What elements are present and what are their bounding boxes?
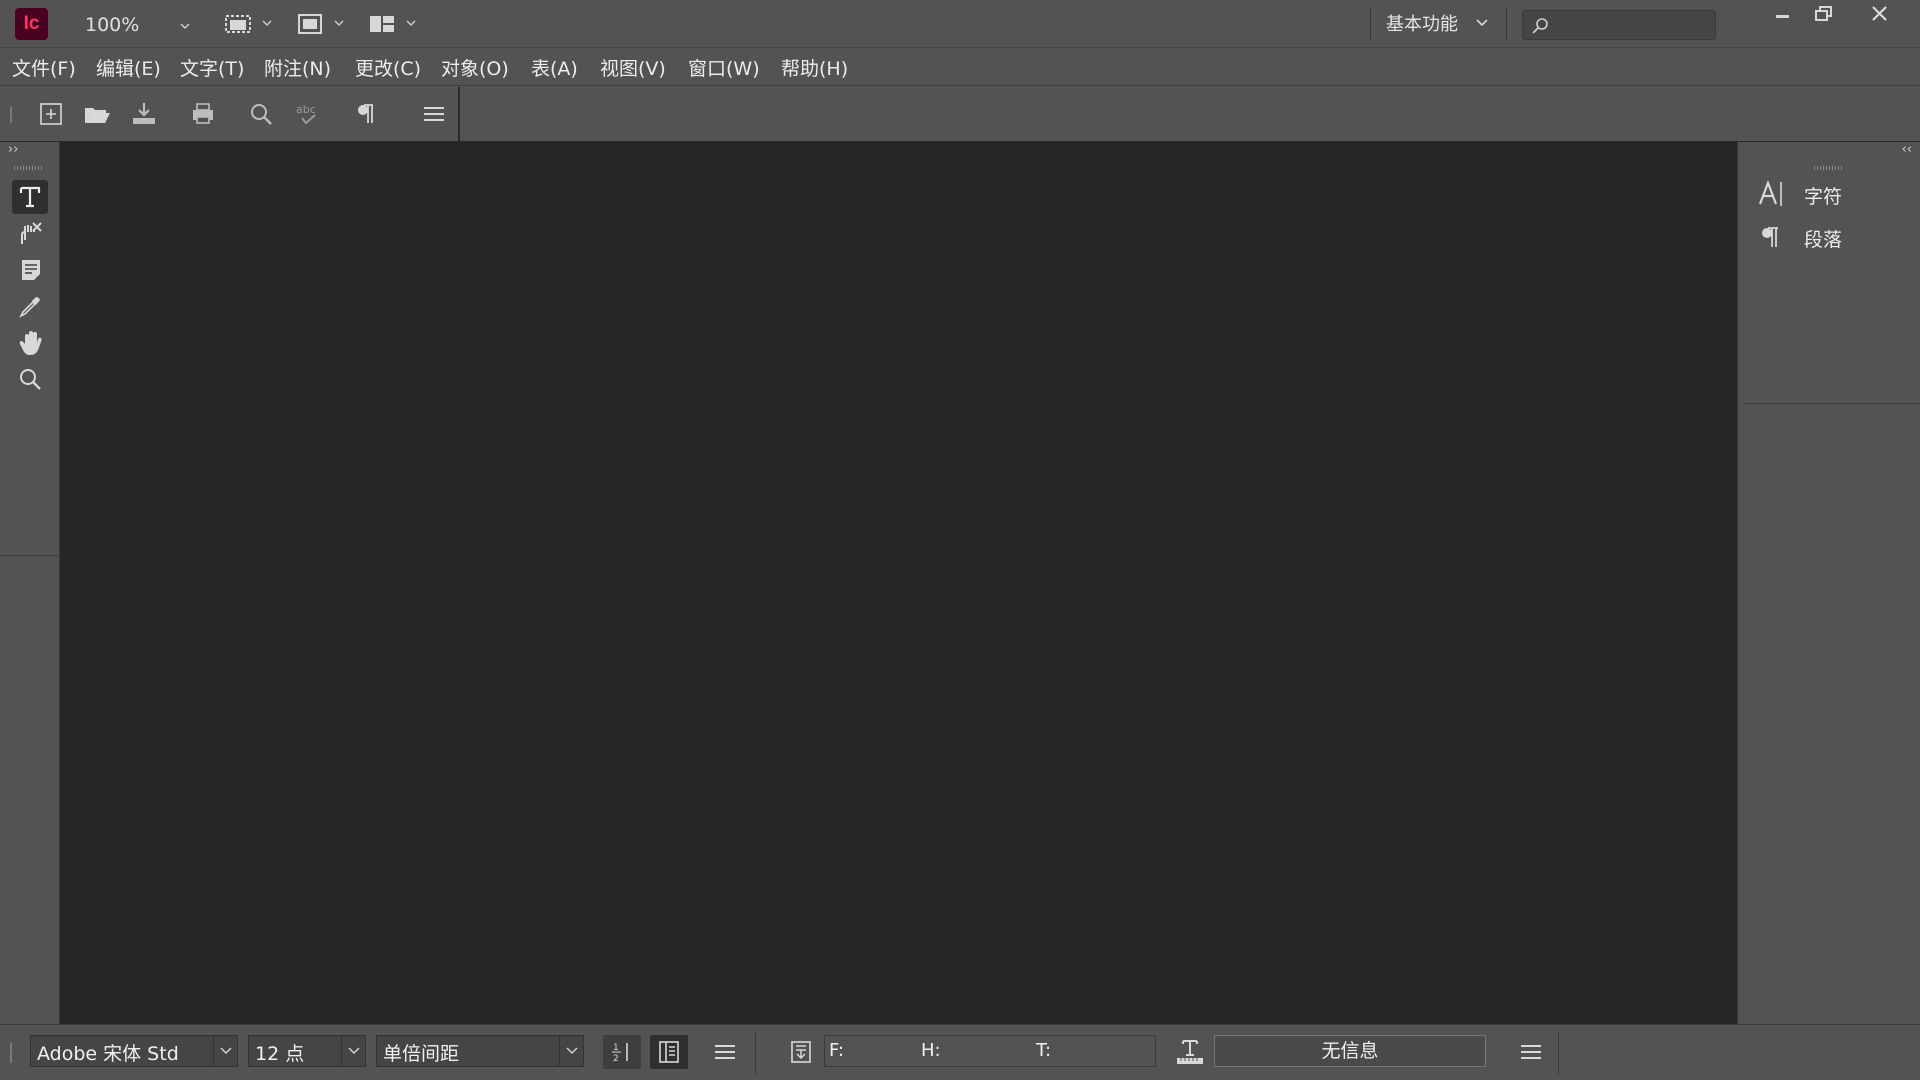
view-mode-icon[interactable] (224, 11, 274, 37)
search-input[interactable] (1522, 10, 1716, 40)
menu-type[interactable]: 文字(T) (180, 54, 244, 81)
chevron-down-icon (348, 1047, 360, 1054)
menu-window[interactable]: 窗口(W) (688, 54, 760, 81)
tools-panel: ›› (0, 142, 60, 1024)
note-tool[interactable] (12, 216, 48, 250)
paragraph-icon (1762, 227, 1778, 247)
hand-tool[interactable] (12, 326, 48, 360)
document-canvas[interactable] (60, 142, 1737, 1024)
divider (755, 1031, 756, 1075)
zoom-tool[interactable] (12, 362, 48, 396)
t-label: T: (1036, 1040, 1052, 1061)
print-icon[interactable] (188, 99, 218, 129)
collapse-panel-icon[interactable]: ‹‹ (1902, 142, 1912, 157)
paragraph-panel-button[interactable]: 段落 (1744, 217, 1920, 257)
status-grip (10, 1043, 12, 1063)
screen-mode-icon[interactable] (296, 11, 346, 37)
pilcrow-icon[interactable] (351, 99, 381, 129)
font-family-dropdown[interactable] (213, 1036, 237, 1066)
eyedropper-tool[interactable] (12, 290, 48, 324)
right-panel: ‹‹ 字符 段落 (1737, 142, 1920, 1024)
new-document-icon[interactable] (36, 99, 66, 129)
character-panel-button[interactable]: 字符 (1744, 174, 1920, 214)
status-menu-icon[interactable] (1516, 1035, 1546, 1069)
chevron-down-icon (566, 1047, 578, 1054)
zoom-select[interactable]: 100% (85, 12, 195, 38)
menu-edit[interactable]: 编辑(E) (96, 54, 161, 81)
chevron-down-icon (220, 1047, 232, 1054)
font-family-select[interactable]: Adobe 宋体 Std (30, 1035, 238, 1067)
type-tool[interactable] (12, 180, 48, 214)
menu-changes[interactable]: 更改(C) (355, 54, 421, 81)
zoom-icon (20, 369, 41, 390)
spell-check-icon[interactable]: abc (293, 99, 323, 129)
title-bar: Ic 100% 基本功能 (0, 0, 1920, 48)
divider (1506, 8, 1507, 40)
panel-grip[interactable] (14, 166, 44, 170)
half-spacing-icon: 1 2 (612, 1043, 628, 1064)
menu-help[interactable]: 帮助(H) (781, 54, 848, 81)
notes-list-icon (22, 260, 40, 280)
status-bar: Adobe 宋体 Std 12 点 单倍间距 1 2 F: H: T: 无信息 (0, 1024, 1920, 1080)
copyfit-readout: F: H: T: (824, 1035, 1156, 1067)
workspace-label: 基本功能 (1386, 14, 1458, 35)
menu-lines-icon[interactable] (419, 99, 449, 129)
notes-tool[interactable] (12, 253, 48, 287)
menu-bar: 文件(F) 编辑(E) 文字(T) 附注(N) 更改(C) 对象(O) 表(A)… (0, 49, 1920, 86)
toolbar-grip (10, 107, 12, 123)
type-tool-icon (19, 186, 41, 208)
line-spacing-dropdown[interactable] (559, 1036, 583, 1066)
eyedropper-icon (19, 297, 40, 318)
search-icon (1532, 18, 1548, 34)
svg-text:2: 2 (613, 1054, 619, 1064)
toolbar: abc (0, 87, 1920, 142)
find-icon[interactable] (246, 99, 276, 129)
panel-dock: 字符 段落 (1744, 166, 1920, 404)
column-view-button[interactable] (650, 1035, 688, 1069)
minimize-icon[interactable] (1762, 2, 1802, 28)
ruler-type-icon[interactable] (1174, 1035, 1206, 1069)
character-icon (1758, 180, 1782, 206)
chevron-down-icon (1476, 19, 1488, 27)
paragraph-panel-label: 段落 (1804, 229, 1843, 251)
workspace-switcher[interactable]: 基本功能 (1386, 10, 1488, 36)
zoom-value: 100% (85, 14, 140, 36)
tools-group (0, 178, 60, 556)
half-spacing-button[interactable]: 1 2 (603, 1035, 641, 1069)
font-size-dropdown[interactable] (341, 1036, 365, 1066)
menu-file[interactable]: 文件(F) (12, 54, 76, 81)
font-family-value: Adobe 宋体 Std (37, 1043, 179, 1065)
save-icon[interactable] (129, 99, 159, 129)
character-panel-label: 字符 (1804, 186, 1843, 208)
arrange-documents-icon[interactable] (368, 11, 418, 37)
menu-notes[interactable]: 附注(N) (264, 54, 331, 81)
close-icon[interactable] (1860, 2, 1900, 28)
note-tool-icon (21, 222, 42, 244)
h-label: H: (921, 1040, 941, 1061)
font-size-select[interactable]: 12 点 (248, 1035, 366, 1067)
app-logo: Ic (15, 8, 48, 40)
open-folder-icon[interactable] (82, 99, 112, 129)
menu-object[interactable]: 对象(O) (441, 54, 509, 81)
f-label: F: (829, 1040, 845, 1061)
menu-view[interactable]: 视图(V) (600, 54, 666, 81)
divider (1558, 1031, 1559, 1075)
toolbar-divider (458, 87, 460, 142)
chevron-down-icon (180, 23, 190, 29)
menu-table[interactable]: 表(A) (531, 54, 578, 81)
expand-panel-icon[interactable]: ›› (8, 142, 18, 157)
line-spacing-select[interactable]: 单倍间距 (376, 1035, 584, 1067)
restore-icon[interactable] (1804, 2, 1844, 28)
info-display: 无信息 (1214, 1035, 1486, 1067)
status-menu-icon[interactable] (710, 1035, 740, 1069)
copyfit-icon[interactable] (786, 1035, 816, 1069)
font-size-value: 12 点 (255, 1043, 305, 1065)
hand-icon (19, 331, 42, 355)
column-view-icon (659, 1041, 679, 1063)
svg-text:abc: abc (296, 103, 316, 116)
divider (1370, 8, 1371, 40)
line-spacing-value: 单倍间距 (383, 1043, 460, 1065)
